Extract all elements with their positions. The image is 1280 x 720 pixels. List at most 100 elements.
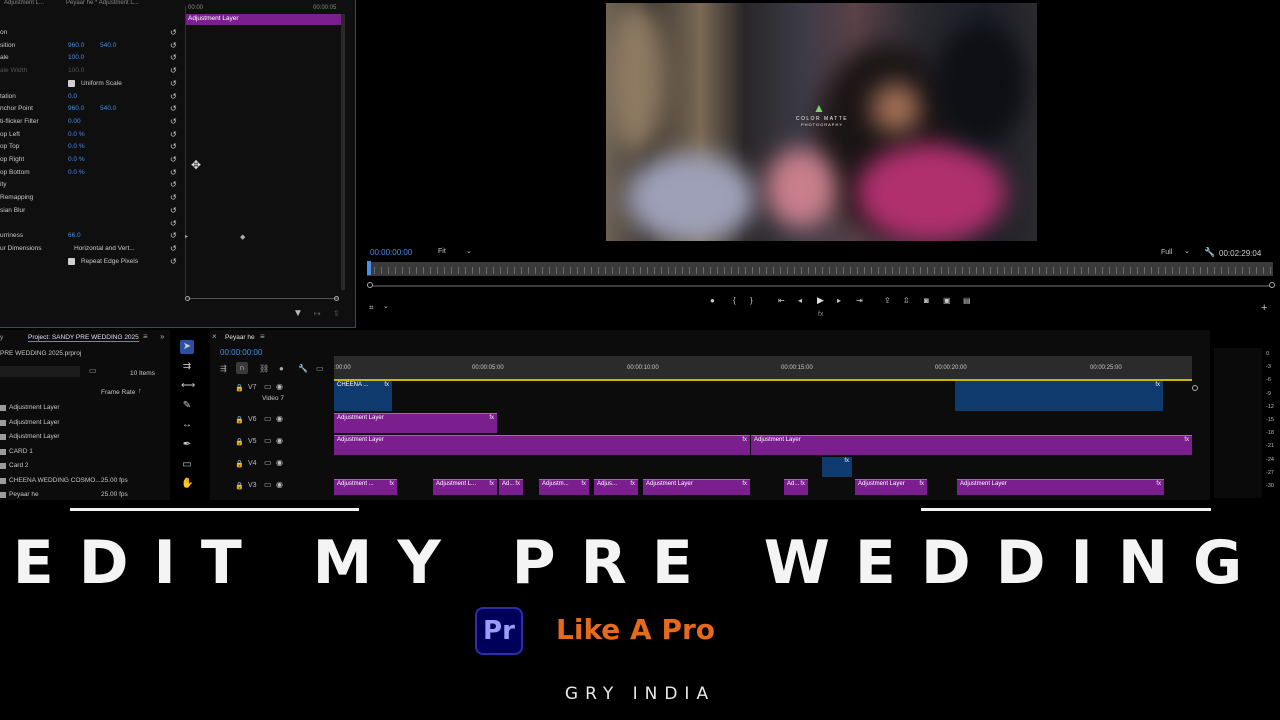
effect-property-row[interactable]: ur Dimensions Horizontal and Vert... ↺: [0, 244, 185, 257]
playhead[interactable]: [367, 261, 371, 275]
reset-icon[interactable]: ↺: [170, 104, 177, 113]
property-value-2[interactable]: 540.0: [100, 42, 116, 49]
timeline-clip[interactable]: Adjustment Layer fx: [855, 479, 927, 495]
timeline-clip[interactable]: fx: [955, 381, 1163, 411]
effect-property-row[interactable]: ale 100.0 ↺: [0, 53, 185, 66]
property-value[interactable]: 0.00: [68, 118, 81, 125]
property-value[interactable]: 0.0 %: [68, 143, 85, 150]
property-value[interactable]: 66.0: [68, 232, 81, 239]
effect-property-row[interactable]: sition 960.0 540.0 ↺: [0, 41, 185, 54]
chevron-down-icon[interactable]: ⌄: [383, 302, 389, 310]
checkbox[interactable]: [68, 79, 75, 87]
reset-icon[interactable]: ↺: [170, 193, 177, 202]
sync-icon[interactable]: ▭: [264, 480, 272, 489]
eye-icon[interactable]: ◉: [276, 458, 283, 467]
eye-icon[interactable]: ◉: [276, 382, 283, 391]
program-timecode[interactable]: 00:00:00:00: [370, 248, 412, 257]
timeline-clip[interactable]: Adjustment Layer fx: [643, 479, 750, 495]
sync-icon[interactable]: ▭: [264, 436, 272, 445]
property-value[interactable]: 960.0: [68, 42, 84, 49]
property-value[interactable]: 0.0: [68, 93, 77, 100]
project-item[interactable]: Peyaar he 25.00 fps: [0, 491, 165, 505]
timeline-ruler[interactable]: [334, 356, 1192, 380]
timeline-clip[interactable]: Adjustment Layer fx: [334, 435, 750, 455]
eye-icon[interactable]: ◉: [276, 414, 283, 423]
ripple-edit-icon[interactable]: ⟷: [181, 380, 195, 392]
sync-icon[interactable]: ▭: [264, 458, 272, 467]
zoom-handle-left[interactable]: [367, 282, 373, 288]
fx-icon[interactable]: fx: [818, 311, 823, 318]
sync-icon[interactable]: ▭: [264, 414, 272, 423]
chevron-down-icon[interactable]: ⌄: [1184, 247, 1190, 255]
effect-controls-timeline[interactable]: [185, 6, 342, 296]
effect-property-row[interactable]: tation 0.0 ↺: [0, 92, 185, 105]
reset-icon[interactable]: ↺: [170, 92, 177, 101]
close-icon[interactable]: ×: [212, 332, 217, 341]
effect-property-row[interactable]: op Top 0.0 % ↺: [0, 142, 185, 155]
hand-icon[interactable]: ✋: [181, 478, 193, 490]
add-marker-icon[interactable]: ●: [279, 364, 284, 373]
step-back-icon[interactable]: ◂: [798, 296, 802, 305]
property-value-2[interactable]: 540.0: [100, 105, 116, 112]
reset-icon[interactable]: ↺: [170, 28, 177, 37]
property-value[interactable]: 960.0: [68, 105, 84, 112]
timeline-clip[interactable]: Adjustment Layer fx: [751, 435, 1192, 455]
menu-icon[interactable]: ≡: [260, 332, 265, 341]
lock-icon[interactable]: 🔒: [235, 384, 244, 392]
slip-tool-icon[interactable]: ↔: [181, 419, 193, 431]
reset-icon[interactable]: ↺: [170, 257, 177, 266]
timeline-clip[interactable]: Adjustment Layer fx: [957, 479, 1164, 495]
keyframe-icon[interactable]: ◆: [240, 233, 245, 241]
effect-property-row[interactable]: ity ↺: [0, 180, 185, 193]
effect-property-row[interactable]: sian Blur ↺: [0, 206, 185, 219]
share-icon[interactable]: ⇪: [333, 309, 340, 318]
mark-out-icon[interactable]: }: [750, 296, 753, 305]
add-button-icon[interactable]: +: [1261, 302, 1267, 314]
checkbox[interactable]: [68, 257, 75, 265]
property-value[interactable]: 0.0 %: [68, 169, 85, 176]
eye-icon[interactable]: ◉: [276, 436, 283, 445]
reset-icon[interactable]: ↺: [170, 142, 177, 151]
ec-zoom-handle-right[interactable]: [334, 296, 339, 301]
property-value[interactable]: 0.0 %: [68, 156, 85, 163]
timeline-settings-icon[interactable]: 🔧: [298, 364, 308, 373]
reset-icon[interactable]: ↺: [170, 155, 177, 164]
timeline-clip[interactable]: Ad... fx: [784, 479, 808, 495]
track-select-icon[interactable]: ⇉: [181, 361, 193, 373]
effect-property-row[interactable]: ti-flicker Filter 0.00 ↺: [0, 117, 185, 130]
zoom-handle-right[interactable]: [1269, 282, 1275, 288]
play-icon[interactable]: ▶: [817, 295, 824, 306]
timeline-clip[interactable]: fx: [822, 457, 852, 477]
lift-icon[interactable]: ⇪: [884, 296, 891, 305]
camera-icon[interactable]: ◙: [924, 296, 929, 305]
property-value[interactable]: 100.0: [68, 67, 84, 74]
track-header[interactable]: 🔒 V4 ▭ ◉: [230, 456, 330, 476]
go-to-out-icon[interactable]: ⇥: [856, 296, 863, 305]
go-to-in-icon[interactable]: ⇤: [778, 296, 785, 305]
linked-selection-icon[interactable]: ⛓: [259, 364, 269, 373]
ec-zoom-handle-left[interactable]: [185, 296, 190, 301]
bin-icon[interactable]: ▭: [89, 366, 97, 375]
mark-in-icon[interactable]: {: [733, 296, 736, 305]
menu-icon[interactable]: ≡: [143, 332, 148, 341]
eye-icon[interactable]: ◉: [276, 480, 283, 489]
more-panels-icon[interactable]: »: [160, 332, 164, 341]
project-item[interactable]: CARD 1: [0, 448, 165, 462]
reset-icon[interactable]: ↺: [170, 79, 177, 88]
panel-tab-prev[interactable]: y: [0, 334, 3, 341]
chevron-down-icon[interactable]: ⌄: [466, 247, 472, 255]
dimension-select[interactable]: Horizontal and Vert...: [74, 245, 135, 252]
nest-icon[interactable]: ⇶: [220, 364, 227, 373]
sync-icon[interactable]: ▭: [264, 382, 272, 391]
timeline-clip[interactable]: Adjustment ... fx: [334, 479, 397, 495]
effect-property-row[interactable]: Repeat Edge Pixels ↺: [0, 257, 185, 270]
reset-icon[interactable]: ↺: [170, 168, 177, 177]
overwrite-icon[interactable]: ▤: [963, 296, 971, 305]
timeline-clip[interactable]: Adjus... fx: [594, 479, 638, 495]
reset-icon[interactable]: ↺: [170, 219, 177, 228]
frame-rate-column-header[interactable]: Frame Rate: [101, 389, 135, 396]
filter-icon[interactable]: ▼: [293, 308, 303, 319]
program-zoom-bar[interactable]: [372, 285, 1270, 287]
sort-arrow-icon[interactable]: ↑: [138, 388, 142, 395]
project-tab[interactable]: Project: SANDY PRE WEDDING 2025: [28, 334, 139, 342]
